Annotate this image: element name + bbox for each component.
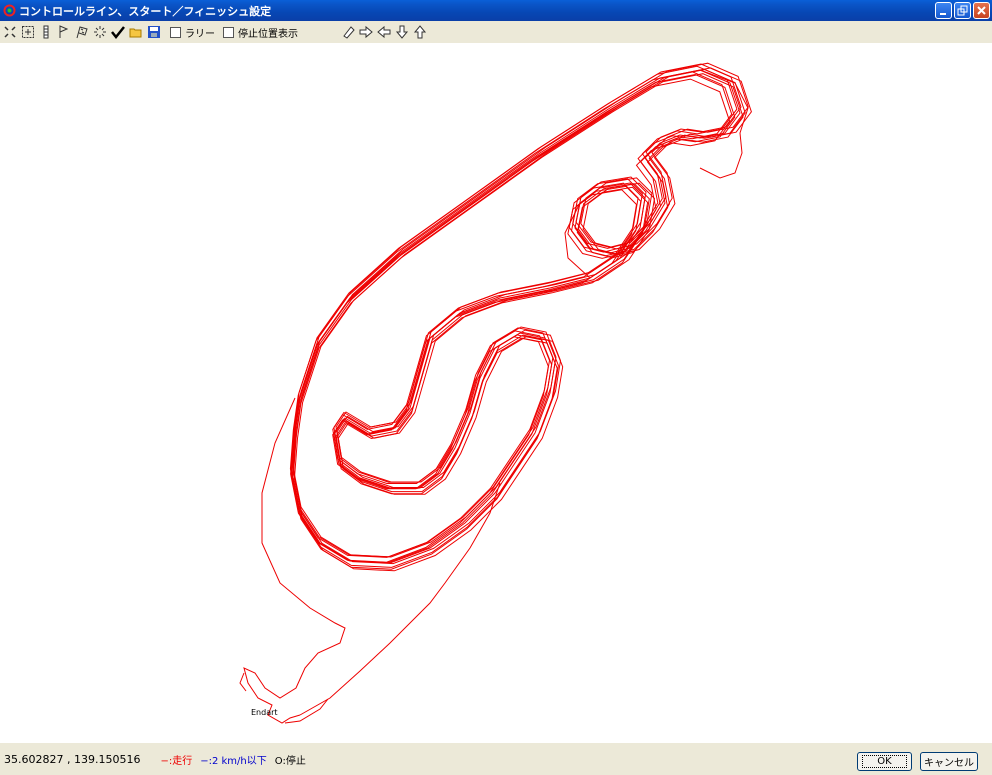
maximize-button[interactable] [954,2,971,19]
app-icon [3,4,16,17]
start-flag-icon[interactable] [56,24,72,40]
control-line-icon[interactable] [38,24,54,40]
coordinates-readout: 35.602827 , 139.150516 [4,752,141,766]
ok-button[interactable]: OK [857,752,912,771]
legend-stopped: O:停止 [274,755,306,767]
close-button[interactable] [973,2,990,19]
window-title: コントロールライン、スタート／フィニッシュ設定 [19,4,272,18]
sparkle-icon[interactable] [92,24,108,40]
zoom-fit-icon[interactable] [2,24,18,40]
status-bar: 35.602827 , 139.150516 −:走行 −:2 km/h以下 O… [0,743,992,775]
track-lap-line [293,67,752,572]
restore-icon [957,5,968,16]
track-lap-line [290,73,736,564]
start-label: art [266,708,278,717]
track-lap-line [292,73,744,570]
close-icon [977,6,986,15]
eraser-icon[interactable] [340,24,356,40]
legend-running: −:走行 [160,755,193,767]
open-folder-icon[interactable] [128,24,144,40]
stop-position-checkbox-box[interactable] [223,26,234,38]
title-bar: コントロールライン、スタート／フィニッシュ設定 [0,0,992,21]
track-lap-line [290,78,731,563]
legend-slow: −:2 km/h以下 [200,755,267,767]
track-lap-line [290,65,738,558]
track-canvas[interactable]: Endart [0,43,992,743]
track-entry-line [239,672,247,692]
minimize-button[interactable] [935,2,952,19]
save-icon[interactable] [146,24,162,40]
rally-label: ラリー [185,28,215,40]
minimize-icon [940,13,946,15]
rally-checkbox-box[interactable] [170,26,181,38]
arrow-up-icon[interactable] [412,24,428,40]
track-lap-line [291,69,741,564]
stop-position-label: 停止位置表示 [238,28,298,40]
stop-position-checkbox[interactable]: 停止位置表示 [223,25,298,40]
end-start-label: Endart [251,708,278,717]
check-icon[interactable] [110,24,126,40]
track-plot[interactable] [0,43,992,743]
end-label: End [251,708,267,717]
finish-flag-icon[interactable] [74,24,90,40]
rally-checkbox[interactable]: ラリー [170,25,215,40]
ok-button-label: OK [862,755,907,768]
arrow-left-icon[interactable] [376,24,392,40]
zoom-region-icon[interactable] [20,24,36,40]
window-controls [935,2,990,19]
cancel-button[interactable]: キャンセル [920,752,978,771]
toolbar: ラリー 停止位置表示 [0,21,992,43]
arrow-right-icon[interactable] [358,24,374,40]
arrow-down-icon[interactable] [394,24,410,40]
